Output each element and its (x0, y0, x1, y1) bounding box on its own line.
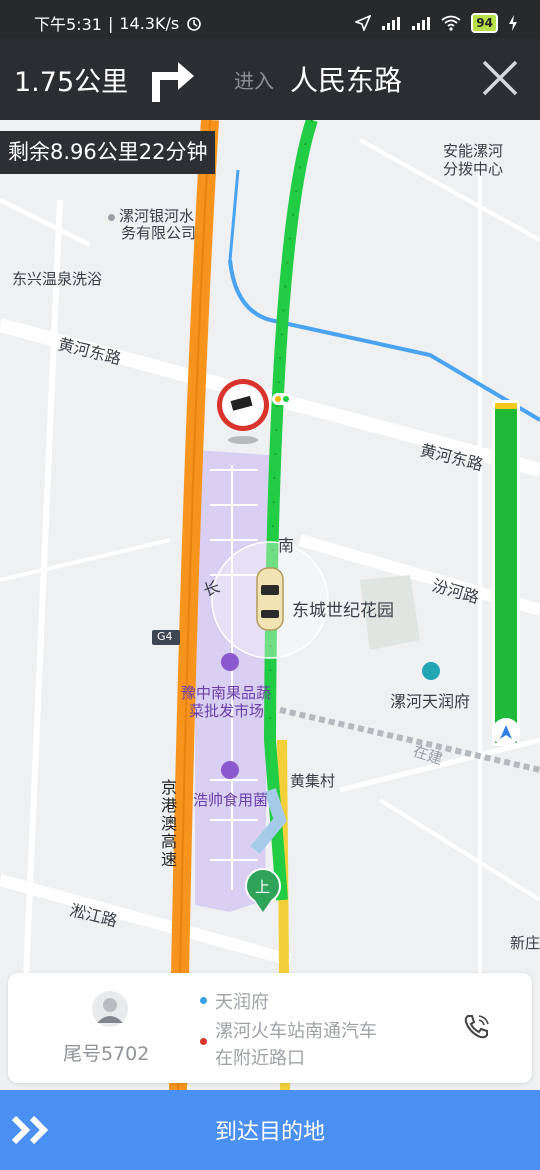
signal-icon (412, 17, 431, 30)
road-label: 南 (278, 536, 295, 555)
location-icon (355, 15, 372, 31)
pickup-pin-label: 上 (255, 878, 271, 896)
enter-label: 进入 (234, 68, 274, 93)
double-chevron-icon (12, 1116, 49, 1144)
battery-icon: 94 (471, 13, 498, 33)
turn-right-icon (152, 62, 194, 102)
arrive-destination-label: 到达目的地 (214, 1120, 325, 1145)
user-avatar-icon (92, 991, 128, 1027)
turn-distance: 1.75公里 (14, 66, 129, 98)
phone-icon[interactable] (462, 1013, 490, 1041)
start-dot-icon (200, 997, 207, 1004)
remaining-distance-time: 剩余8.96公里22分钟 (0, 131, 216, 174)
end-address-line2: 在附近路口 (215, 1048, 305, 1069)
arrive-destination-button[interactable]: 到达目的地 (0, 1090, 540, 1170)
navigation-instruction-bar: 1.75公里 进入 人民东路 (0, 38, 540, 120)
poi-label: 菜批发市场 (189, 702, 265, 720)
end-address-line1: 漯河火车站南通汽车 (215, 1021, 377, 1042)
poi-label: 新庄 (510, 934, 540, 952)
wifi-icon (441, 15, 461, 31)
passenger-info-card[interactable]: 尾号5702 天润府 漯河火车站南通汽车 在附近路口 (8, 973, 532, 1083)
charging-icon (509, 15, 517, 31)
map-view[interactable] (0, 120, 540, 1090)
traffic-progress-bar (492, 400, 520, 746)
signal-icon (382, 17, 401, 30)
poi-label: 黄集村 (290, 772, 336, 790)
next-road-name: 人民东路 (290, 64, 403, 97)
poi-label: 浩帅食用菌 (193, 791, 269, 809)
alarm-icon (187, 17, 201, 31)
highway-shield: G4 (157, 630, 173, 643)
network-speed: 14.3K/s (119, 13, 180, 33)
passenger-tail-number: 尾号5702 (63, 1043, 150, 1065)
navigation-arrow-icon (492, 718, 520, 746)
traffic-slow-segment (495, 403, 517, 409)
poi-dot-icon (108, 214, 115, 221)
poi-label: 东兴温泉洗浴 (12, 270, 103, 288)
close-icon[interactable] (480, 58, 520, 98)
poi-label: 东城世纪花园 (292, 601, 394, 621)
end-dot-icon (200, 1038, 207, 1045)
poi-label: 务有限公司 (121, 224, 197, 242)
poi-label: 漯河天润府 (390, 692, 471, 711)
start-address: 天润府 (215, 992, 269, 1013)
poi-label: 分拨中心 (443, 160, 504, 178)
status-time: 下午5:31 (34, 15, 102, 34)
highway-label: 京港澳高速 (161, 778, 178, 869)
